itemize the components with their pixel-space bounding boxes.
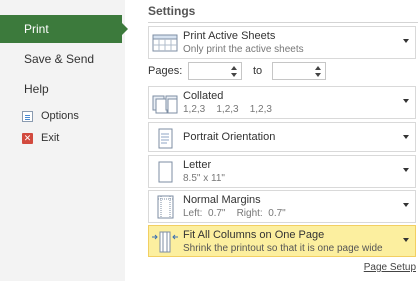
chevron-down-icon xyxy=(403,135,409,139)
nav-help[interactable]: Help xyxy=(0,75,118,103)
orientation-title: Portrait Orientation xyxy=(183,131,276,143)
options-label: Options xyxy=(41,110,79,122)
scaling-dropdown[interactable]: Fit All Columns on One Page Shrink the p… xyxy=(148,225,416,257)
page-setup-link[interactable]: Page Setup xyxy=(364,262,416,273)
print-what-title: Print Active Sheets xyxy=(183,30,276,42)
paper-size-dropdown[interactable]: Letter 8.5" x 11" xyxy=(148,155,416,188)
nav-save-send[interactable]: Save & Send xyxy=(0,45,118,73)
options-item[interactable]: Options xyxy=(22,110,79,122)
spin-up-icon[interactable] xyxy=(315,66,321,70)
collation-title: Collated xyxy=(183,90,224,102)
pages-row: Pages: to xyxy=(148,62,416,84)
pages-label: Pages: xyxy=(148,65,183,77)
margins-subtitle: Left: 0.7" Right: 0.7" xyxy=(183,208,286,219)
divider xyxy=(148,22,418,23)
print-what-subtitle: Only print the active sheets xyxy=(183,44,304,55)
paper-icon xyxy=(151,159,179,185)
settings-title: Settings xyxy=(148,4,196,18)
to-label: to xyxy=(253,65,263,77)
chevron-down-icon xyxy=(403,203,409,207)
spin-up-icon[interactable] xyxy=(231,66,237,70)
pages-from-input[interactable] xyxy=(188,62,242,80)
spin-down-icon[interactable] xyxy=(315,73,321,77)
scaling-title: Fit All Columns on One Page xyxy=(183,229,325,241)
margins-title: Normal Margins xyxy=(183,194,261,206)
paper-size-title: Letter xyxy=(183,159,212,171)
chevron-down-icon xyxy=(403,238,409,242)
chevron-down-icon xyxy=(403,168,409,172)
margins-dropdown[interactable]: Normal Margins Left: 0.7" Right: 0.7" xyxy=(148,190,416,223)
pages-to-input[interactable] xyxy=(272,62,326,80)
fit-columns-icon xyxy=(151,229,179,255)
spin-down-icon[interactable] xyxy=(231,73,237,77)
sidebar: Print Save & Send Help Options ✕ Exit xyxy=(0,0,128,281)
portrait-icon xyxy=(151,126,179,152)
chevron-down-icon xyxy=(403,99,409,103)
collation-dropdown[interactable]: Collated 1,2,3 1,2,3 1,2,3 xyxy=(148,86,416,119)
exit-label: Exit xyxy=(41,132,60,144)
chevron-down-icon xyxy=(403,39,409,43)
orientation-dropdown[interactable]: Portrait Orientation xyxy=(148,122,416,152)
paper-size-subtitle: 8.5" x 11" xyxy=(183,173,225,184)
options-icon xyxy=(22,110,33,122)
exit-item[interactable]: ✕ Exit xyxy=(22,132,59,144)
scaling-subtitle: Shrink the printout so that it is one pa… xyxy=(183,243,383,254)
margins-icon xyxy=(151,194,179,220)
sheets-icon xyxy=(151,30,179,56)
print-what-dropdown[interactable]: Print Active Sheets Only print the activ… xyxy=(148,26,416,59)
nav-print[interactable]: Print xyxy=(0,15,128,43)
settings-panel: Settings Print Active Sheets Only print … xyxy=(148,0,418,281)
exit-icon: ✕ xyxy=(22,132,33,144)
collated-icon xyxy=(151,90,179,116)
collation-subtitle: 1,2,3 1,2,3 1,2,3 xyxy=(183,104,272,115)
